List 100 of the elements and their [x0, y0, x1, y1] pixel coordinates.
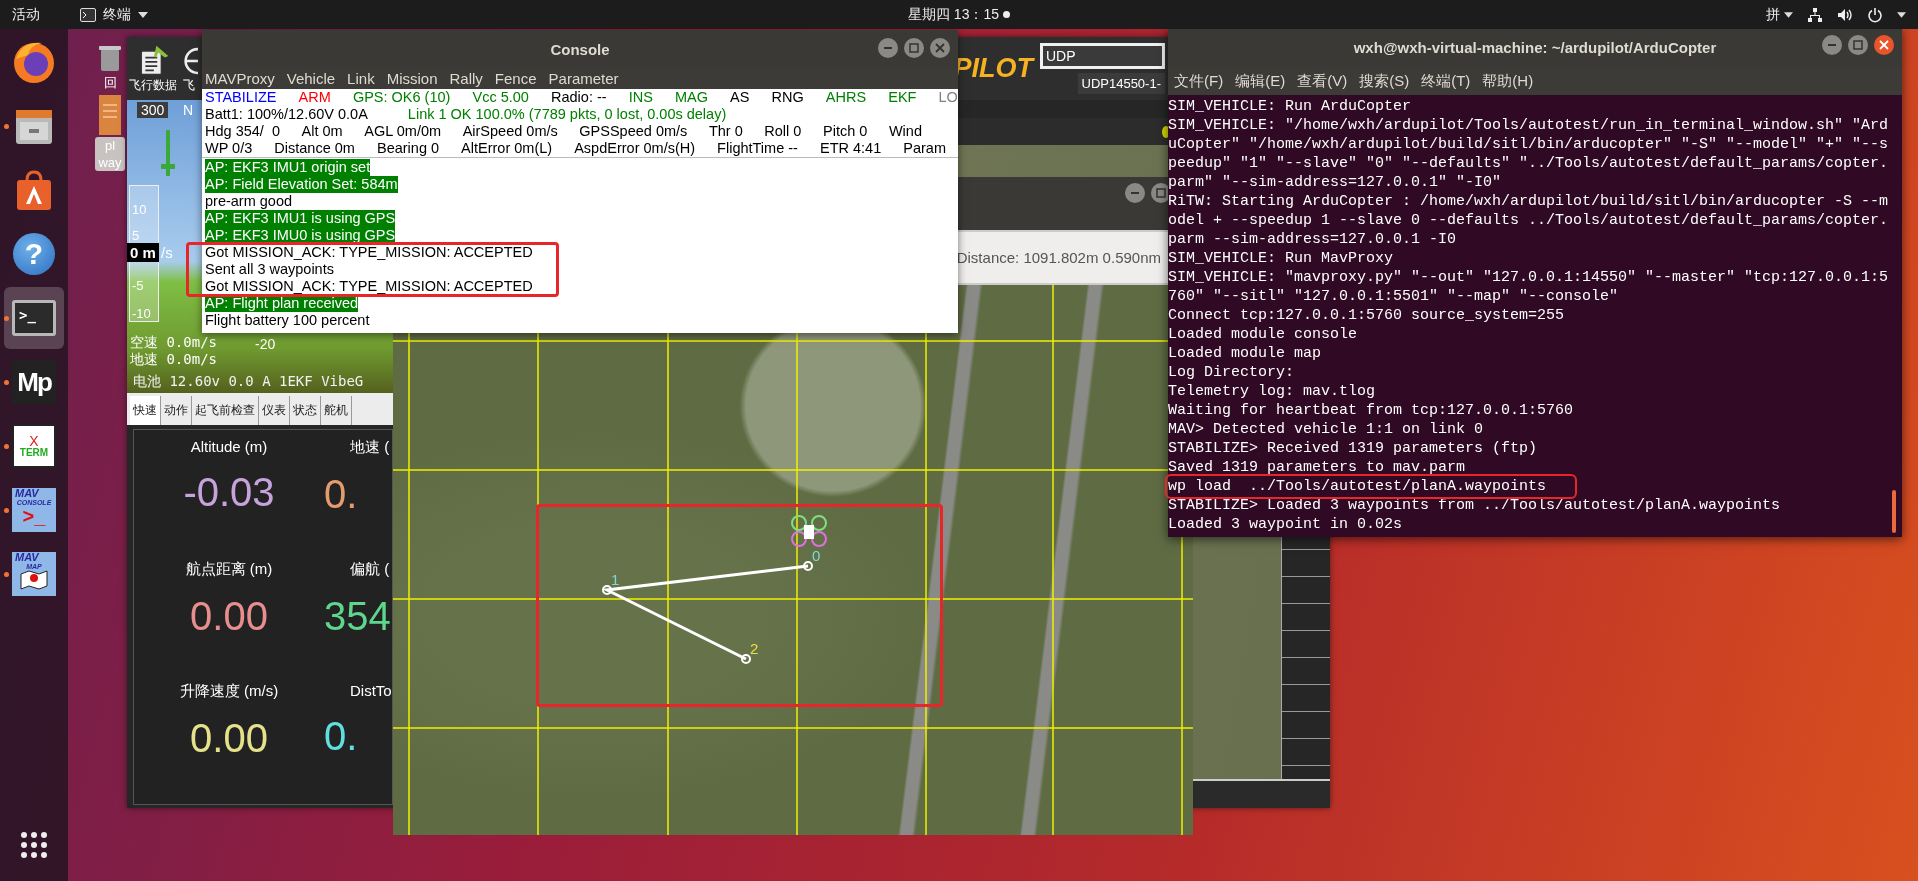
- status-field: EKF: [888, 89, 917, 106]
- tab[interactable]: 舵机: [321, 396, 352, 425]
- status-field: AS: [730, 89, 750, 106]
- terminal-line: Waiting for heartbeat from tcp:127.0.0.1:5760: [1168, 401, 1574, 420]
- status-field: Param: [903, 140, 946, 157]
- running-indicator: [4, 124, 9, 129]
- minimize-button[interactable]: [878, 38, 898, 58]
- menu-item[interactable]: 搜索(S): [1359, 71, 1410, 91]
- status-field: Roll 0: [764, 123, 802, 140]
- clock[interactable]: 星期四 13：15: [907, 5, 999, 24]
- menu-item[interactable]: MAVProxy: [205, 70, 275, 87]
- status-field: Thr 0: [708, 123, 743, 140]
- terminal-line: STABILIZE> Received 1319 parameters (ftp): [1168, 439, 1538, 458]
- terminal-line: MAV> Detected vehicle 1:1 on link 0: [1168, 420, 1484, 439]
- caret-icon: [138, 11, 148, 18]
- activities-button[interactable]: 活动: [12, 5, 40, 24]
- menu-item[interactable]: 文件(F): [1174, 71, 1224, 91]
- trash-icon[interactable]: [99, 44, 121, 72]
- terminal-line: parm --sim-address=127.0.0.1 -I0: [1168, 230, 1457, 249]
- tab[interactable]: 动作: [161, 396, 192, 425]
- minimize-button[interactable]: [1822, 35, 1842, 55]
- quick-value: 0.: [324, 713, 359, 759]
- close-button[interactable]: [1874, 35, 1894, 55]
- menu-item[interactable]: 编辑(E): [1235, 71, 1286, 91]
- status-field: Radio: --: [551, 89, 607, 106]
- app-menu[interactable]: 终端: [80, 5, 148, 24]
- tab[interactable]: 状态: [290, 396, 321, 425]
- terminal-line: Telemetry log: mav.tlog: [1168, 382, 1376, 401]
- status-field: Vcc 5.00: [472, 89, 529, 106]
- terminal-line: parm" "--sim-address=127.0.0.1" "-I0": [1168, 173, 1502, 192]
- terminal-line: STABILIZE> Loaded 3 waypoints from ../Tools/autotest/planA.waypoints: [1168, 496, 1781, 515]
- app-grid-icon[interactable]: [20, 831, 48, 859]
- terminal-line: SIM_VEHICLE: "/home/wxh/ardupilot/Tools/autotest/run_in_terminal_window.sh" "Ard: [1168, 116, 1889, 135]
- status-field: LO: [938, 89, 958, 106]
- unit-label: /s: [161, 244, 173, 261]
- toolbar-button[interactable]: 飞行数据: [129, 44, 177, 93]
- status-field: RNG: [771, 89, 804, 106]
- dock-item[interactable]: >_: [4, 287, 64, 349]
- input-method-menu[interactable]: 拼: [1766, 5, 1793, 24]
- quick-label: 升降速度 (m/s): [179, 682, 279, 701]
- maximize-button[interactable]: [1151, 183, 1171, 203]
- window-title: wxh@wxh-virtual-machine: ~/ardupilot/ArduCopter: [1353, 38, 1717, 56]
- running-indicator: [4, 316, 9, 321]
- terminal-line: Saved 1319 parameters to mav.parm: [1168, 458, 1466, 477]
- waypoint-marker[interactable]: [741, 654, 751, 664]
- quick-value: 0.00: [190, 593, 268, 639]
- menu-item[interactable]: Vehicle: [286, 70, 336, 87]
- close-icon: [1879, 40, 1889, 50]
- log-line: pre-arm good: [205, 193, 293, 210]
- running-indicator: [4, 572, 9, 577]
- status-field: Pitch 0: [823, 123, 868, 140]
- status-field: FlightTime --: [717, 140, 798, 157]
- menu-item[interactable]: 查看(V): [1297, 71, 1348, 91]
- status-field: Link 1 OK 100.0% (7789 pkts, 0 lost, 0.00s delay): [407, 106, 727, 123]
- menu-item[interactable]: Rally: [449, 70, 483, 87]
- aircraft-symbol-icon: [161, 130, 175, 176]
- terminal-line: wp load ../Tools/autotest/planA.waypoints: [1168, 477, 1575, 496]
- running-indicator: [4, 508, 9, 513]
- copter-icon[interactable]: [791, 515, 827, 547]
- scrollbar[interactable]: [1892, 490, 1896, 533]
- terminal-line: SIM_VEHICLE: Run ArduCopter: [1168, 97, 1412, 116]
- battery-status-text: 电池 12.60v 0.0 A 1EKF VibeG: [133, 373, 364, 391]
- tab[interactable]: 快速: [130, 396, 161, 425]
- toolbar-button[interactable]: 飞: [180, 44, 198, 93]
- terminal-icon: >_: [12, 300, 56, 336]
- menu-item[interactable]: Parameter: [548, 70, 619, 87]
- notification-dot-icon: [1003, 11, 1010, 18]
- quick-label: 地速 (: [349, 438, 391, 457]
- menu-item[interactable]: Mission: [386, 70, 438, 87]
- tab[interactable]: 起飞前检查: [192, 396, 259, 425]
- minimize-button[interactable]: [1125, 183, 1145, 203]
- waypoint-marker[interactable]: [602, 585, 612, 595]
- status-field: AspdError 0m/s(H): [574, 140, 696, 157]
- window-title: Console: [550, 40, 610, 58]
- connection-type-dropdown[interactable]: UDP: [1040, 43, 1165, 69]
- status-field: AHRS: [825, 89, 867, 106]
- menu-item[interactable]: Fence: [494, 70, 537, 87]
- menu-item[interactable]: 帮助(H): [1482, 71, 1534, 91]
- quick-value: 0.00: [190, 715, 268, 761]
- terminal-line: RiTW: Starting ArduCopter : /home/wxh/ardupilot/build/sitl/bin/arducopter -S --m: [1168, 192, 1889, 211]
- dock-item[interactable]: X TERM: [4, 415, 64, 477]
- quick-label: 航点距离 (m): [185, 560, 273, 579]
- network-icon[interactable]: [1807, 6, 1823, 23]
- terminal-line: SIM_VEHICLE: Run MavProxy: [1168, 249, 1394, 268]
- power-icon[interactable]: [1867, 6, 1883, 23]
- quick-label: DistTo: [349, 682, 392, 699]
- connection-port-dropdown[interactable]: UDP14550-1-: [1077, 73, 1165, 94]
- terminal-icon: [80, 7, 96, 22]
- tab[interactable]: 仪表: [259, 396, 290, 425]
- terminal-line: Loaded module map: [1168, 344, 1322, 363]
- menu-item[interactable]: Link: [347, 70, 375, 87]
- menu-item[interactable]: 终端(T): [1421, 71, 1471, 91]
- terminal-line: Log Directory:: [1168, 363, 1295, 382]
- status-field: AirSpeed 0m/s: [462, 123, 558, 140]
- waypoint-marker[interactable]: [803, 561, 813, 571]
- airspeed-reading: 空速 0.0m/s: [130, 334, 217, 352]
- status-field: Hdg 354/ 0: [205, 123, 280, 140]
- terminal-line: SIM_VEHICLE: "mavproxy.py" "--out" "127.0.0.1:14550" "--master" "tcp:127.0.0.1:5: [1168, 268, 1889, 287]
- dock-item[interactable]: Mp: [4, 351, 64, 413]
- desktop-icon-label[interactable]: 回: [95, 74, 125, 91]
